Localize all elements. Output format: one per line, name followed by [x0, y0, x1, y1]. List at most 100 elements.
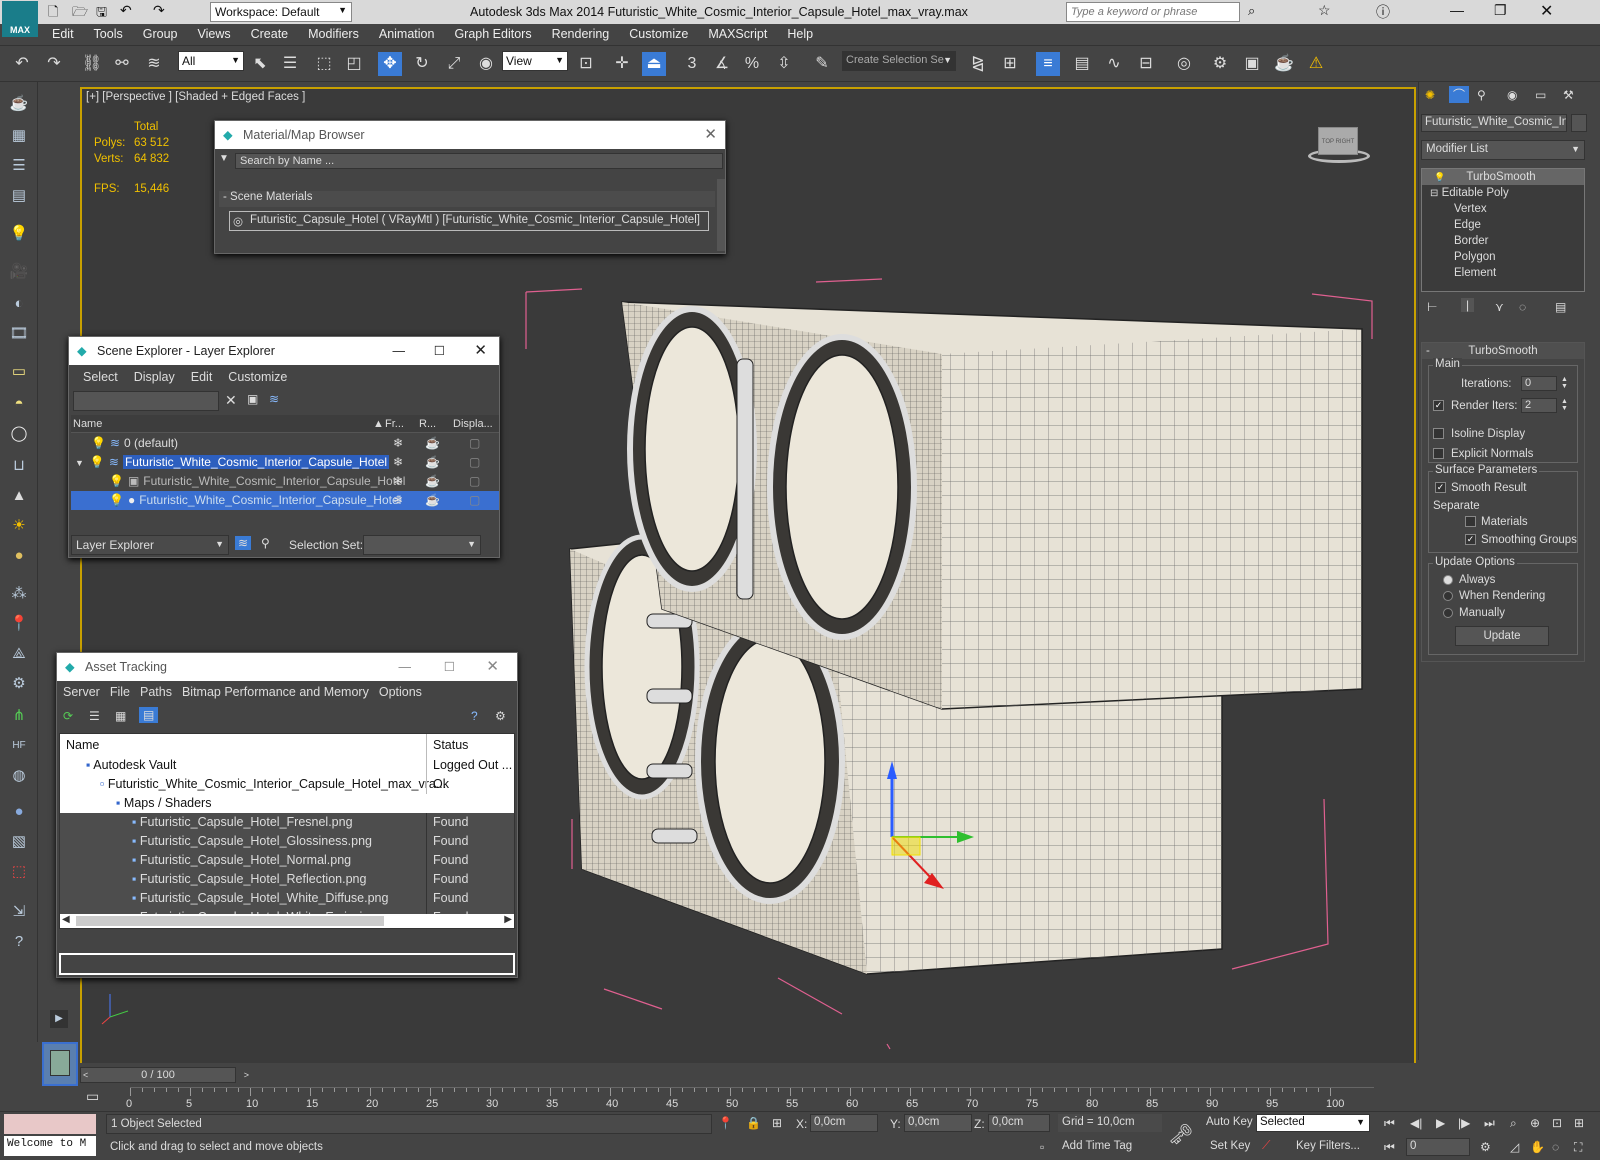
help-icon[interactable]: ?	[471, 709, 478, 723]
asset-tracking-titlebar[interactable]: ◆ Asset Tracking — ☐ ✕	[57, 653, 517, 681]
viewcube[interactable]: TOP RIGHT	[1300, 123, 1374, 165]
make-unique-icon[interactable]: ⋎	[1495, 300, 1504, 314]
detail-view-icon[interactable]: ▦	[115, 709, 126, 723]
orbit-icon[interactable]: ◌	[1552, 1140, 1559, 1154]
field-of-view-icon[interactable]: ◿	[1510, 1140, 1519, 1154]
col-status[interactable]: Status	[426, 734, 468, 756]
collapse-arrow-icon[interactable]: ▼	[75, 458, 84, 468]
show-end-result-icon[interactable]: |	[1461, 298, 1475, 312]
auto-key-button[interactable]: Auto Key	[1206, 1116, 1253, 1128]
rendered-frame-window-icon[interactable]: ▣	[1240, 52, 1264, 76]
grass-icon[interactable]: ⋔	[7, 704, 31, 728]
next-frame-icon[interactable]: |▶	[1458, 1116, 1470, 1130]
y-coord-input[interactable]: 0,0cm	[904, 1114, 972, 1132]
asset-row[interactable]: ▪ Futuristic_Capsule_Hotel_Reflection.pn…	[60, 870, 514, 889]
scene-explorer-search-input[interactable]	[73, 391, 219, 411]
adaptive-degradation-icon[interactable]: ▫	[1040, 1140, 1044, 1154]
isolate-selection-icon[interactable]: 📍	[718, 1116, 733, 1130]
move-icon[interactable]: ✥	[378, 52, 402, 76]
modifier-list-dropdown[interactable]: Modifier List ▼	[1421, 140, 1585, 160]
camera-icon[interactable]: 🎥	[7, 260, 31, 284]
percent-snap-icon[interactable]: %	[740, 52, 764, 76]
material-ball-icon[interactable]: ◍	[7, 764, 31, 788]
asset-row[interactable]: ▪ Futuristic_Capsule_Hotel_Glossiness.pn…	[60, 832, 514, 851]
snowflake-icon[interactable]: ❄	[393, 434, 403, 453]
z-coord-input[interactable]: 0,0cm	[988, 1114, 1050, 1132]
x-coord-input[interactable]: 0,0cm	[810, 1114, 878, 1132]
when-rendering-radio[interactable]	[1443, 590, 1459, 602]
quick-access-new-icon[interactable]: 🗋	[48, 3, 58, 25]
scroll-left-icon[interactable]: <	[83, 1068, 88, 1082]
snowflake-icon[interactable]: ❄	[393, 491, 403, 510]
pivot-center-icon[interactable]: ⊡	[574, 52, 598, 76]
add-time-tag-button[interactable]: Add Time Tag	[1058, 1138, 1162, 1156]
list-icon[interactable]: ☰	[7, 154, 31, 178]
remove-modifier-icon[interactable]: ◌	[1519, 300, 1526, 314]
rollout-header[interactable]: - TurboSmooth	[1422, 343, 1584, 359]
key-filters-button[interactable]: Key Filters...	[1296, 1140, 1360, 1152]
sound-icon[interactable]: ◐	[7, 292, 31, 316]
select-manipulate-icon[interactable]: ✛	[610, 52, 634, 76]
select-object-icon[interactable]: ⬉	[248, 52, 272, 76]
teapot-icon[interactable]: ☕	[425, 472, 440, 491]
menu-maxscript[interactable]: MAXScript	[698, 24, 777, 44]
find-icon[interactable]: ▣	[247, 392, 258, 406]
scale-icon[interactable]: ⤢	[442, 52, 466, 76]
configure-sets-icon[interactable]: ▤	[1555, 300, 1566, 314]
close-icon[interactable]: ✕	[704, 121, 717, 149]
always-radio[interactable]	[1443, 574, 1459, 586]
key-mode-dropdown[interactable]: Selected ▼	[1256, 1114, 1370, 1132]
render-icon[interactable]: ▦	[7, 124, 31, 148]
layers-toggle-icon[interactable]: ≋	[235, 536, 252, 550]
go-to-start-icon[interactable]: ⏮	[1384, 1116, 1395, 1131]
table-icon[interactable]: ▤	[7, 184, 31, 208]
teapot-icon[interactable]: ☕	[425, 453, 440, 472]
current-frame-input[interactable]: 0	[1406, 1138, 1470, 1156]
menu-customize[interactable]: Customize	[619, 24, 698, 44]
explicit-normals-checkbox[interactable]	[1433, 448, 1449, 460]
film-icon[interactable]: 🎞	[7, 322, 31, 346]
motion-tab-icon[interactable]: ◉	[1507, 88, 1517, 102]
material-browser-titlebar[interactable]: ◆ Material/Map Browser ✕	[215, 121, 725, 149]
basket-icon[interactable]: ⊔	[7, 454, 31, 478]
create-tab-icon[interactable]: ✺	[1425, 88, 1435, 102]
asset-menu-paths[interactable]: Paths	[140, 685, 172, 699]
material-browser-options-icon[interactable]: ▼	[219, 153, 229, 164]
clear-search-icon[interactable]: ✕	[225, 392, 237, 409]
scene-material-item[interactable]: ◎ Futuristic_Capsule_Hotel ( VRayMtl ) […	[229, 211, 709, 231]
minimize-icon[interactable]: —	[399, 653, 412, 681]
options-icon[interactable]: ⚙	[495, 709, 506, 723]
binoculars-icon[interactable]: ⌕	[1248, 3, 1255, 19]
quick-access-open-icon[interactable]: 🗁	[72, 3, 88, 25]
modify-tab-icon[interactable]: ⌒	[1449, 86, 1470, 103]
maxscript-listener-mini[interactable]	[4, 1114, 96, 1134]
select-by-name-icon[interactable]: ☰	[278, 52, 302, 76]
track-bar[interactable]: 0 5 10 15 20 25 30 35 40 45 50 55 60 65 70 75 80 85 90 95 10…	[126, 1087, 1374, 1111]
scroll-right-icon[interactable]: >	[244, 1068, 249, 1082]
scroll-right-icon[interactable]: ▶	[504, 914, 512, 925]
close-icon[interactable]: ✕	[486, 653, 499, 681]
col-display[interactable]: Displa...	[453, 415, 493, 433]
object-name-field[interactable]: Futuristic_White_Cosmic_Inte	[1421, 114, 1567, 132]
layer-manager-icon[interactable]: ≡	[1036, 52, 1060, 76]
table-view-icon[interactable]: ▤	[139, 707, 159, 723]
snowflake-icon[interactable]: ❄	[393, 472, 403, 491]
time-slider[interactable]: < 0 / 100 >	[80, 1067, 249, 1083]
go-to-end-icon[interactable]: ⏭	[1484, 1116, 1495, 1131]
place-icon[interactable]: ◉	[474, 52, 498, 76]
update-button[interactable]: Update	[1455, 626, 1549, 646]
menu-group[interactable]: Group	[133, 24, 188, 44]
col-name[interactable]: Name	[66, 734, 99, 756]
col-name[interactable]: Name	[73, 415, 102, 433]
snowflake-icon[interactable]: ❄	[393, 453, 403, 472]
sphere-icon[interactable]: ◯	[7, 422, 31, 446]
sphere-glass-icon[interactable]: ●	[7, 800, 31, 824]
mirror-icon[interactable]: ⧎	[966, 52, 990, 76]
asset-row[interactable]: ▪ Futuristic_Capsule_Hotel_White_Diffuse…	[60, 889, 514, 908]
named-selection-sets-dropdown[interactable]: Create Selection Se ▼	[842, 51, 956, 71]
layer-row[interactable]: 💡 ≋ 0 (default) ❄ ☕ ▢	[71, 434, 499, 453]
asset-menu-file[interactable]: File	[110, 685, 130, 699]
export-icon[interactable]: ⇲	[7, 900, 31, 924]
manually-radio[interactable]	[1443, 607, 1459, 619]
workspace-dropdown[interactable]: Workspace: Default ▼	[210, 2, 352, 22]
